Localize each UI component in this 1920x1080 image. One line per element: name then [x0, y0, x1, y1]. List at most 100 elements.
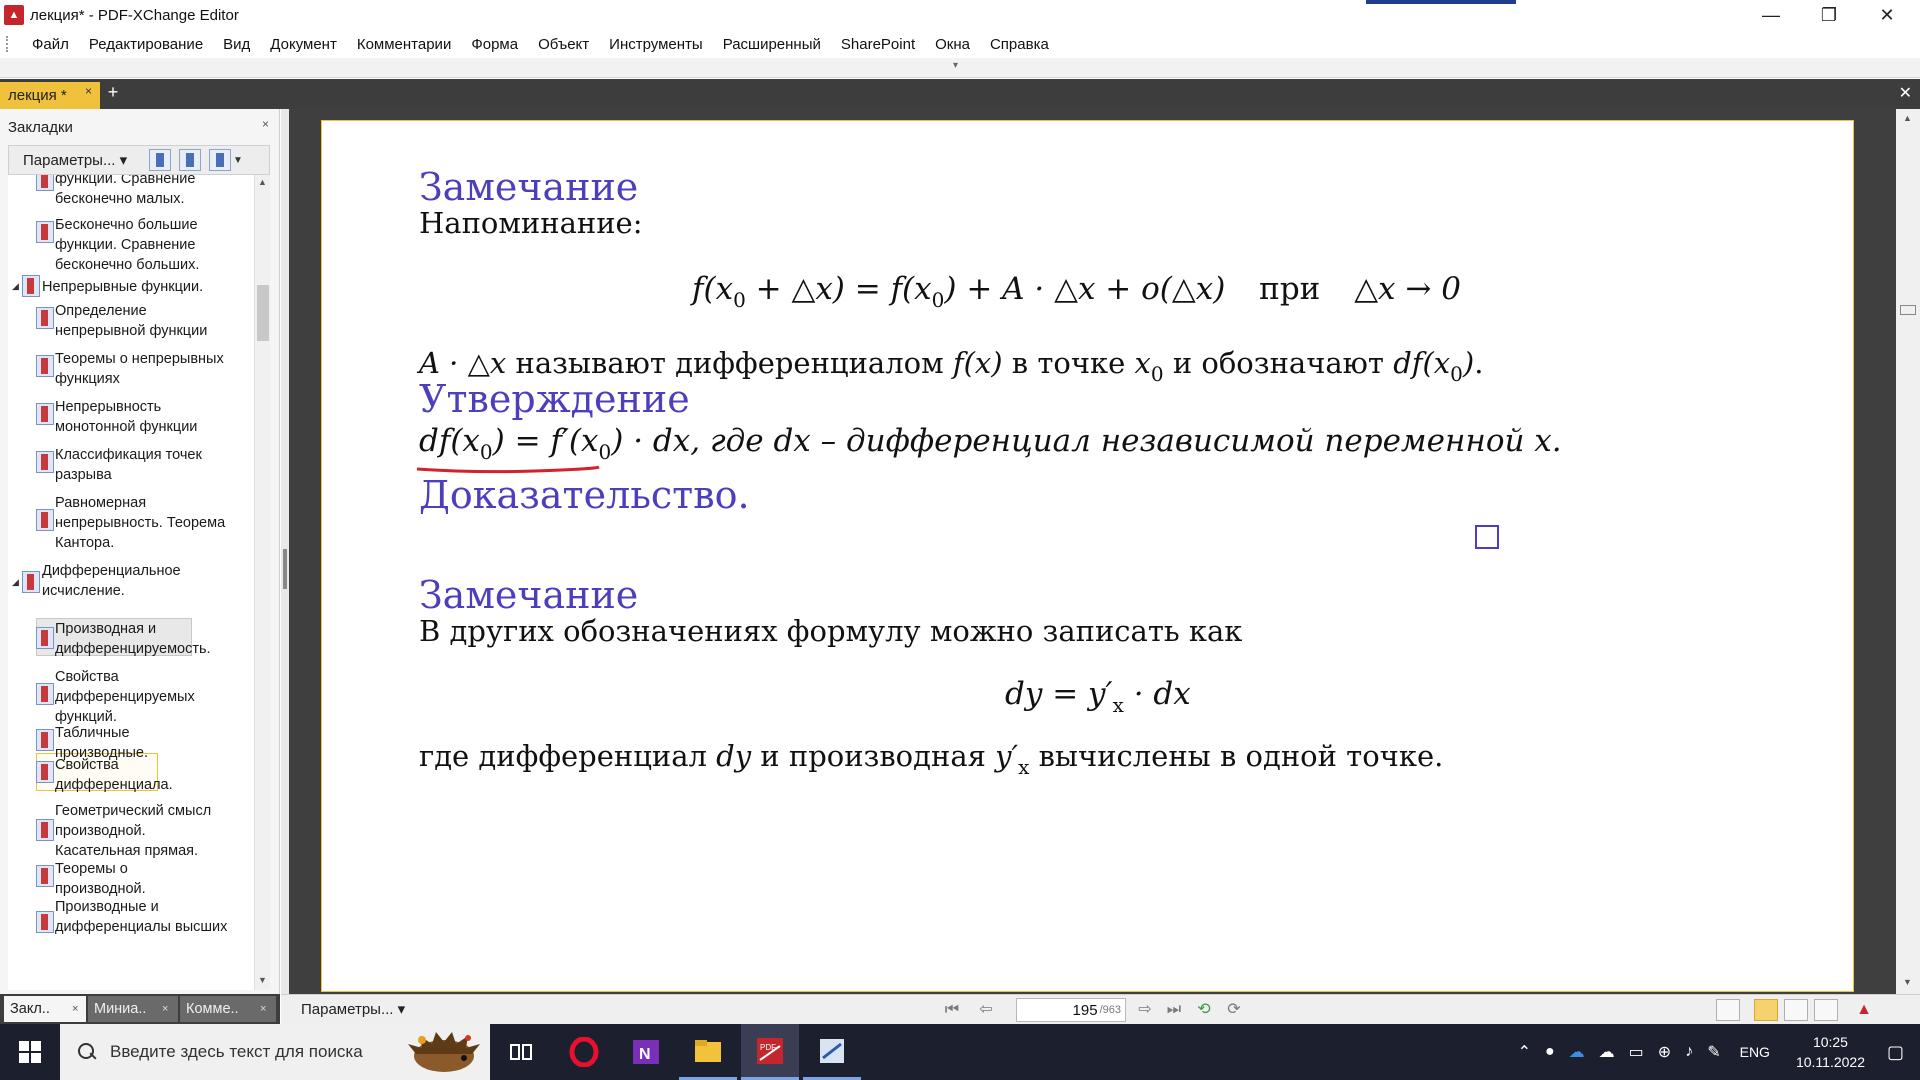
tab-bookmarks[interactable]: Закл.. × [4, 996, 86, 1022]
network-icon[interactable]: ⊕ [1658, 1042, 1671, 1062]
expanded-arrow-icon[interactable]: ◢ [12, 577, 19, 588]
menu-view[interactable]: Вид [213, 36, 260, 53]
bookmarks-scrollbar[interactable]: ▲ ▼ [254, 175, 270, 990]
close-icon[interactable]: × [260, 1003, 266, 1015]
menu-document[interactable]: Документ [260, 36, 347, 53]
tab-close-icon[interactable]: × [85, 84, 92, 98]
minimize-button[interactable]: — [1742, 0, 1800, 30]
close-icon[interactable]: × [72, 1003, 78, 1015]
last-page-icon[interactable]: ⏭ [1163, 1000, 1185, 1020]
bookmark-icon [22, 275, 40, 297]
onenote-icon[interactable]: N [617, 1024, 675, 1080]
menu-file[interactable]: Файл [22, 36, 79, 53]
bookmark-item[interactable]: Непрерывные функции. [42, 277, 217, 297]
chevron-up-icon[interactable]: ⌃ [1518, 1042, 1531, 1062]
pen-icon[interactable]: ✎ [1707, 1042, 1720, 1062]
add-bookmark-icon[interactable] [209, 149, 231, 171]
menu-form[interactable]: Форма [461, 36, 528, 53]
close-window-button[interactable]: ✕ [1858, 0, 1916, 30]
search-highlight-image[interactable] [402, 1030, 486, 1074]
scroll-thumb[interactable] [1900, 305, 1916, 315]
expand-bookmarks-icon[interactable] [149, 149, 171, 171]
menu-tools[interactable]: Инструменты [599, 36, 713, 53]
opera-icon[interactable] [555, 1024, 613, 1080]
screen-capture-icon[interactable] [803, 1024, 861, 1080]
notifications-icon[interactable]: ▢ [1887, 1042, 1904, 1063]
bookmark-item[interactable]: Свойства дифференцируемых функций. [55, 667, 215, 727]
bookmarks-toolbar: Параметры... ▾ ▼ [8, 145, 270, 175]
task-view-icon[interactable] [492, 1024, 550, 1080]
clock[interactable]: 10:25 10.11.2022 [1796, 1032, 1865, 1072]
scroll-up-icon[interactable]: ▲ [258, 177, 267, 187]
square-annotation[interactable] [1475, 525, 1499, 549]
status-options-dropdown[interactable]: Параметры... ▾ [301, 1000, 405, 1018]
first-page-icon[interactable]: ⏮ [941, 1000, 963, 1020]
pdf-xchange-icon[interactable]: PDF [741, 1024, 799, 1080]
bookmark-item[interactable]: Дифференциальное исчисление. [42, 561, 212, 601]
menu-windows[interactable]: Окна [925, 36, 980, 53]
chevron-down-icon[interactable]: ▼ [233, 155, 245, 166]
bookmark-item[interactable]: Производная и дифференцируемость. [55, 619, 225, 659]
start-button[interactable] [0, 1024, 60, 1080]
scroll-down-icon[interactable]: ▼ [1903, 977, 1912, 987]
input-language[interactable]: ENG [1740, 1044, 1770, 1060]
tab-thumbnails[interactable]: Миниа.. × [88, 996, 178, 1022]
new-tab-button[interactable]: + [104, 82, 122, 106]
file-explorer-icon[interactable] [679, 1024, 737, 1080]
bookmark-item[interactable]: Равномерная непрерывность. Теорема Канто… [55, 493, 240, 553]
bookmark-item[interactable]: Классификация точек разрыва [55, 445, 215, 485]
bookmark-item[interactable]: Непрерывность монотонной функции [55, 397, 225, 437]
bookmark-item[interactable]: Теоремы о производной. [55, 859, 205, 899]
windows-taskbar: Введите здесь текст для поиска N PDF ⌃ ●… [0, 1024, 1920, 1080]
cloud-icon[interactable]: ☁ [1599, 1042, 1615, 1062]
bookmark-options-dropdown[interactable]: Параметры... ▾ [9, 151, 141, 169]
menu-advanced[interactable]: Расширенный [713, 36, 831, 53]
expand-toolbar-icon[interactable]: ▾ [953, 60, 958, 71]
menu-sharepoint[interactable]: SharePoint [831, 36, 925, 53]
splitter-grip[interactable] [283, 549, 287, 589]
tab-document[interactable]: лекция * × [0, 82, 100, 109]
forward-view-icon[interactable]: ⟳ [1223, 1000, 1245, 1020]
collapse-bookmarks-icon[interactable] [179, 149, 201, 171]
close-icon[interactable]: × [162, 1003, 168, 1015]
panel-splitter[interactable] [281, 109, 289, 994]
bookmark-item[interactable]: Бесконечно большие функции. Сравнение бе… [55, 215, 205, 275]
battery-icon[interactable]: ▭ [1629, 1042, 1644, 1062]
facing-view-icon[interactable] [1784, 999, 1808, 1021]
menu-comments[interactable]: Комментарии [347, 36, 461, 53]
tab-comments[interactable]: Комме.. × [180, 996, 276, 1022]
bookmark-item[interactable]: Производные и дифференциалы высших [55, 897, 240, 937]
pdf-tools-icon[interactable]: ▲ [1853, 1000, 1875, 1020]
panel-close-icon[interactable]: × [262, 117, 269, 131]
bookmark-item[interactable]: функции. Сравнение бесконечно малых. [55, 175, 205, 209]
scroll-down-icon[interactable]: ▼ [258, 975, 267, 985]
bookmark-item[interactable]: Свойства дифференциала. [55, 755, 173, 795]
restore-button[interactable]: ❐ [1800, 0, 1858, 30]
bookmark-item[interactable]: Определение непрерывной функции [55, 301, 225, 341]
menu-help[interactable]: Справка [980, 36, 1059, 53]
volume-icon[interactable]: ♪ [1685, 1043, 1693, 1061]
search-placeholder: Введите здесь текст для поиска [110, 1042, 363, 1061]
bookmark-item[interactable]: Теоремы о непрерывных функциях [55, 349, 230, 389]
next-page-icon[interactable]: ⇨ [1134, 1000, 1156, 1020]
close-document-button[interactable]: ✕ [1899, 83, 1912, 103]
pdf-page[interactable]: Замечание Напоминание: f(x0 + △x) = f(x0… [321, 120, 1854, 992]
page-number-input[interactable]: 195 /963 [1016, 998, 1126, 1022]
continuous-facing-view-icon[interactable] [1814, 999, 1838, 1021]
scroll-up-icon[interactable]: ▲ [1903, 113, 1912, 123]
bookmark-item[interactable]: Геометрический смысл производной. Касате… [55, 801, 230, 861]
single-page-view-icon[interactable] [1716, 999, 1740, 1021]
back-view-icon[interactable]: ⟲ [1193, 1000, 1215, 1020]
scroll-thumb[interactable] [257, 285, 269, 341]
bookmark-icon [36, 509, 54, 531]
taskbar-search[interactable]: Введите здесь текст для поиска [60, 1024, 490, 1080]
menu-edit[interactable]: Редактирование [79, 36, 213, 53]
prev-page-icon[interactable]: ⇦ [975, 1000, 997, 1020]
expanded-arrow-icon[interactable]: ◢ [12, 281, 19, 292]
document-scrollbar[interactable]: ▲ ▼ [1896, 109, 1920, 994]
onedrive-icon[interactable]: ☁ [1569, 1042, 1585, 1062]
continuous-view-icon[interactable] [1754, 999, 1778, 1021]
menu-object[interactable]: Объект [528, 36, 599, 53]
record-icon[interactable]: ● [1545, 1043, 1555, 1061]
bookmark-icon [36, 403, 54, 425]
